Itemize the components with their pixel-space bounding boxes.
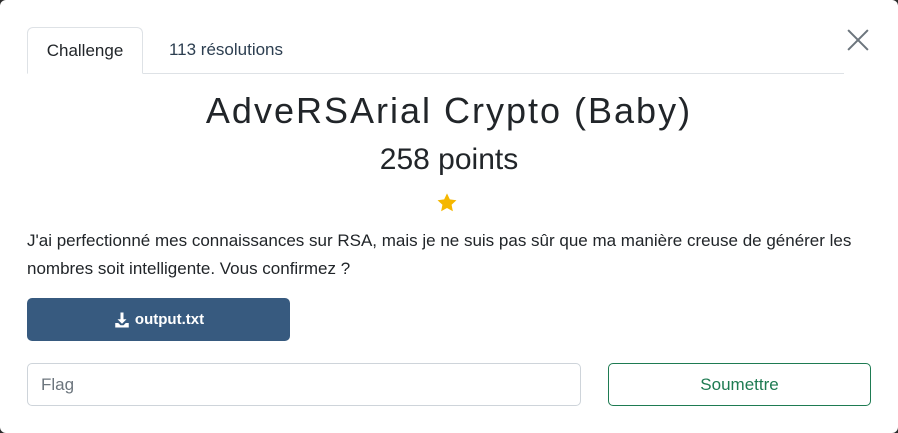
- close-icon[interactable]: [846, 28, 870, 52]
- download-file-label: output.txt: [134, 311, 205, 328]
- challenge-title: AdveRSArial Crypto (Baby): [205, 90, 693, 131]
- download-icon: [115, 312, 129, 327]
- tab-solves[interactable]: 113 résolutions: [147, 27, 305, 73]
- challenge-description: J'ai perfectionné mes connaissances sur …: [27, 231, 852, 278]
- tab-bar: Challenge 113 résolutions: [27, 27, 844, 74]
- submit-button[interactable]: Soumettre: [608, 363, 871, 406]
- challenge-points: 258 points: [379, 143, 519, 176]
- challenge-modal: Challenge 113 résolutions AdveRSArial Cr…: [0, 0, 898, 433]
- download-file-button[interactable]: output.txt: [27, 298, 290, 341]
- tab-challenge[interactable]: Challenge: [27, 27, 143, 74]
- star-icon: [437, 193, 457, 212]
- flag-input[interactable]: [27, 363, 581, 406]
